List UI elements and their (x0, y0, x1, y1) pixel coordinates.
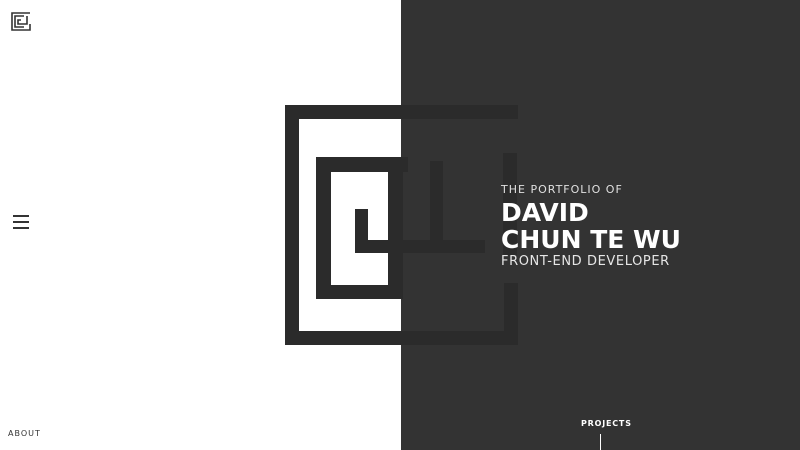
projects-indicator-line (600, 434, 601, 450)
projects-link[interactable]: PROJECTS (581, 419, 632, 428)
menu-bar-top (13, 215, 29, 217)
hero-tagline: THE PORTFOLIO OF DAVID CHUN TE WU FRONT-… (501, 183, 681, 270)
hero-name-line2: CHUN TE WU (501, 225, 681, 254)
logo-icon[interactable] (11, 12, 31, 31)
hero-role: FRONT-END DEVELOPER (501, 254, 670, 269)
maze-logo-icon (285, 105, 518, 345)
hero-name-line1: DAVID (501, 198, 589, 227)
menu-bar-middle (13, 221, 29, 223)
hero-pre-title: THE PORTFOLIO OF (501, 183, 623, 196)
about-link[interactable]: ABOUT (8, 429, 41, 438)
menu-button[interactable] (13, 213, 29, 230)
menu-bar-bottom (13, 227, 29, 229)
